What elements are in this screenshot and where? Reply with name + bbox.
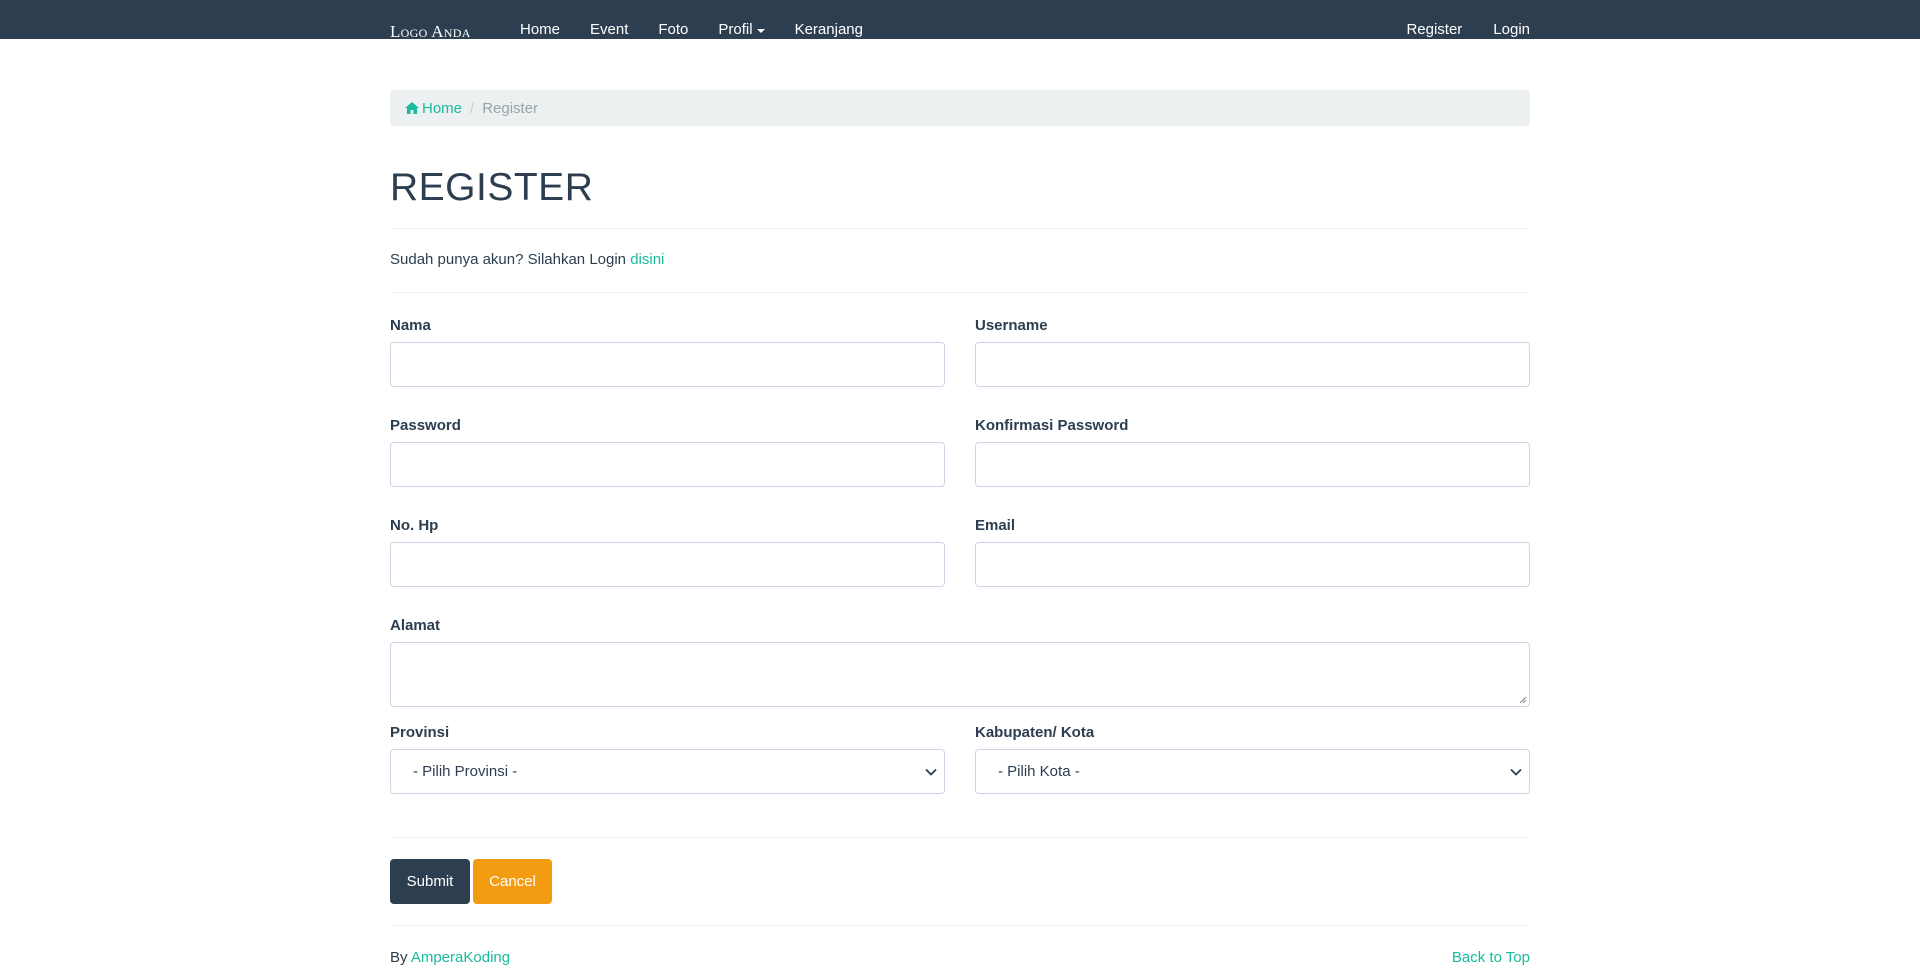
nav-link-keranjang[interactable]: Keranjang [795,21,863,38]
resize-grip-icon[interactable] [1519,696,1527,704]
nav-link-home[interactable]: Home [520,21,560,38]
footer: By AmperaKoding Back to Top [390,949,1530,966]
login-prompt-text: Sudah punya akun? Silahkan Login [390,251,627,268]
footer-by: By [390,949,408,966]
username-label: Username [975,317,1048,334]
password-label: Password [390,417,461,434]
nav-link-register[interactable]: Register [1406,21,1462,38]
brand-logo[interactable]: Logo Anda [390,22,471,42]
nav-link-login[interactable]: Login [1493,21,1530,38]
nav-link-foto[interactable]: Foto [658,21,688,38]
form-group-username: Username [975,317,1530,387]
password-input[interactable] [390,442,945,487]
login-here-link[interactable]: disini [630,251,664,268]
back-to-top-link[interactable]: Back to Top [1452,949,1530,966]
provinsi-label: Provinsi [390,724,450,741]
login-prompt: Sudah punya akun? Silahkan Login disini [390,251,1530,268]
form-group-kota: Kabupaten/ Kota - Pilih Kota - [975,724,1530,794]
form-row: Nama Username [390,317,1530,387]
divider [390,925,1530,926]
kota-select-value: - Pilih Kota - [998,763,1080,780]
nohp-input[interactable] [390,542,945,587]
divider [390,292,1530,293]
form-group-password: Password [390,417,945,487]
breadcrumb-home-link[interactable]: Home [405,100,462,117]
form-group-email: Email [975,517,1530,587]
provinsi-select[interactable]: - Pilih Provinsi - [390,749,945,794]
divider [390,228,1530,229]
submit-button[interactable]: Submit [390,859,470,904]
alamat-label: Alamat [390,617,441,634]
caret-down-icon [756,28,765,33]
form-actions: Submit Cancel [390,859,1530,904]
form-group-provinsi: Provinsi - Pilih Provinsi - [390,724,945,794]
breadcrumb-home-label: Home [422,99,463,117]
navbar-inner: Logo Anda Home Event Foto Profil Keranja… [390,0,1530,42]
footer-author-link[interactable]: AmperaKoding [411,949,510,966]
konfirmasi-password-label: Konfirmasi Password [975,417,1129,434]
nama-label: Nama [390,317,431,334]
form-group-nama: Nama [390,317,945,387]
nav-dropdown-profil-label: Profil [718,21,753,38]
form-row: Password Konfirmasi Password [390,417,1530,487]
nav-dropdown-profil[interactable]: Profil [718,21,765,38]
breadcrumb-separator: / [470,99,475,117]
footer-credit: By AmperaKoding [390,949,510,966]
email-input[interactable] [975,542,1530,587]
kota-label: Kabupaten/ Kota [975,724,1095,741]
nav-menu: Home Event Foto Profil Keranjang [520,21,893,38]
kota-select[interactable]: - Pilih Kota - [975,749,1530,794]
provinsi-select-value: - Pilih Provinsi - [413,763,518,780]
main-container: Home / Register REGISTER Sudah punya aku… [390,90,1530,966]
konfirmasi-password-input[interactable] [975,442,1530,487]
breadcrumb: Home / Register [390,90,1530,126]
nav-link-event[interactable]: Event [590,21,628,38]
form-row: No. Hp Email [390,517,1530,587]
form-group-alamat: Alamat [390,617,1530,707]
navbar: Logo Anda Home Event Foto Profil Keranja… [0,0,1920,42]
email-label: Email [975,517,1016,534]
form-row: Provinsi - Pilih Provinsi - Kabupaten/ K… [390,724,1530,794]
page-title: REGISTER [390,166,594,209]
chevron-down-icon [925,768,937,776]
home-icon [405,102,419,114]
nohp-label: No. Hp [390,517,439,534]
form-group-konfirmasi-password: Konfirmasi Password [975,417,1530,487]
divider [390,837,1530,838]
nav-menu-right: Register Login [1375,21,1530,38]
username-input[interactable] [975,342,1530,387]
cancel-button[interactable]: Cancel [473,859,552,904]
breadcrumb-current: Register [482,99,539,117]
alamat-textarea[interactable] [390,642,1530,707]
nama-input[interactable] [390,342,945,387]
form-group-nohp: No. Hp [390,517,945,587]
chevron-down-icon [1510,768,1522,776]
